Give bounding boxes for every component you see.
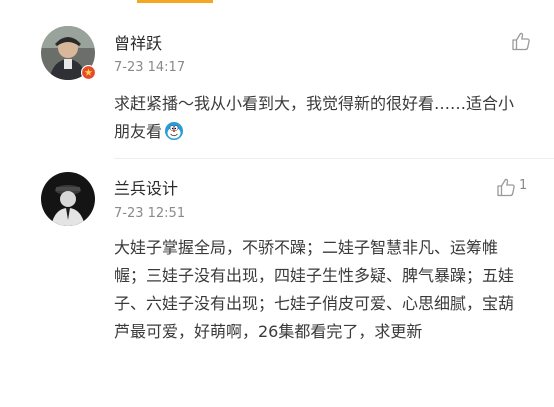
tab-indicator	[137, 0, 213, 3]
doraemon-icon	[165, 122, 184, 140]
timestamp: 7-23 14:17	[114, 60, 186, 75]
comment-text: 大娃子掌握全局，不骄不躁；二娃子智慧非凡、运筹帷幄；三娃子没有出现，四娃子生性多…	[114, 234, 514, 346]
avatar[interactable]	[41, 172, 95, 226]
like-icon[interactable]	[495, 176, 517, 198]
username[interactable]: 兰兵设计	[114, 175, 178, 199]
comment-text-content: 大娃子掌握全局，不骄不躁；二娃子智慧非凡、运筹帷幄；三娃子没有出现，四娃子生性多…	[114, 238, 515, 341]
verified-badge-icon	[81, 65, 96, 80]
like-count: 1	[519, 178, 528, 193]
timestamp: 7-23 12:51	[114, 206, 186, 221]
like-icon[interactable]	[510, 30, 532, 52]
divider	[114, 158, 554, 159]
user-avatar-dark-icon	[41, 172, 95, 226]
comment-text: 求赶紧播～我从小看到大，我觉得新的很好看……适合小朋友看	[114, 90, 514, 146]
username[interactable]: 曾祥跃	[114, 30, 162, 54]
comment-list-page: 曾祥跃 7-23 14:17 求赶紧播～我从小看到大，我觉得新的很好看……适合小…	[0, 0, 554, 407]
